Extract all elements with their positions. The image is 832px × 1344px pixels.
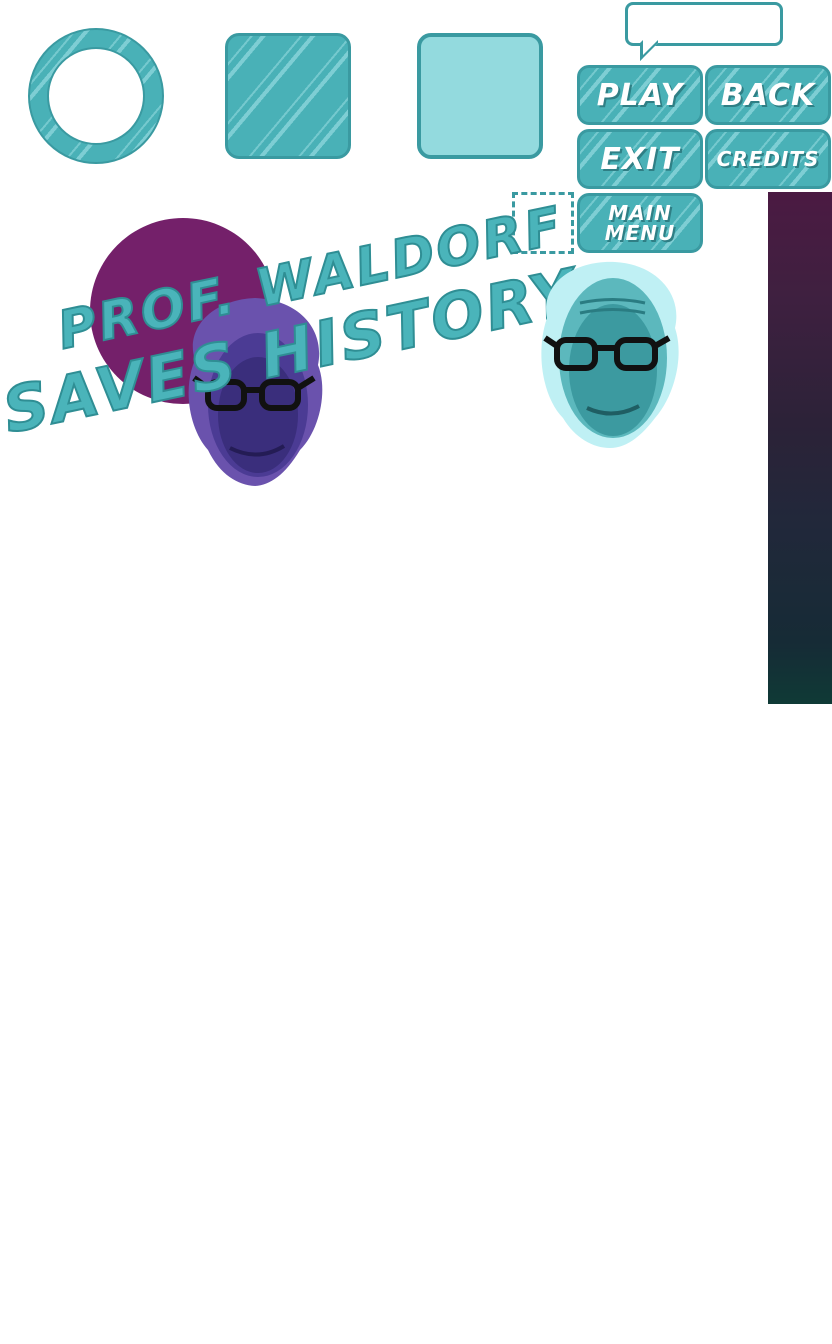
- main-menu-button[interactable]: MAIN MENU: [577, 193, 703, 253]
- striped-square-tile: [225, 33, 351, 159]
- light-square-tile: [417, 33, 543, 159]
- ring-hole: [47, 47, 145, 145]
- credits-button[interactable]: CREDITS: [705, 129, 831, 189]
- main-menu-label-line1: MAIN: [608, 201, 672, 225]
- exit-button[interactable]: EXIT: [577, 129, 703, 189]
- cyan-professor-portrait: [541, 261, 679, 448]
- play-button[interactable]: PLAY: [577, 65, 703, 125]
- gradient-palette-bar: [768, 192, 832, 704]
- back-button-label: BACK: [720, 77, 816, 113]
- credits-button-label: CREDITS: [716, 147, 820, 171]
- exit-button-label: EXIT: [600, 141, 680, 177]
- play-button-label: PLAY: [596, 77, 684, 113]
- back-button[interactable]: BACK: [705, 65, 831, 125]
- main-menu-label-line2: MENU: [604, 221, 676, 245]
- ring-icon: [28, 28, 164, 164]
